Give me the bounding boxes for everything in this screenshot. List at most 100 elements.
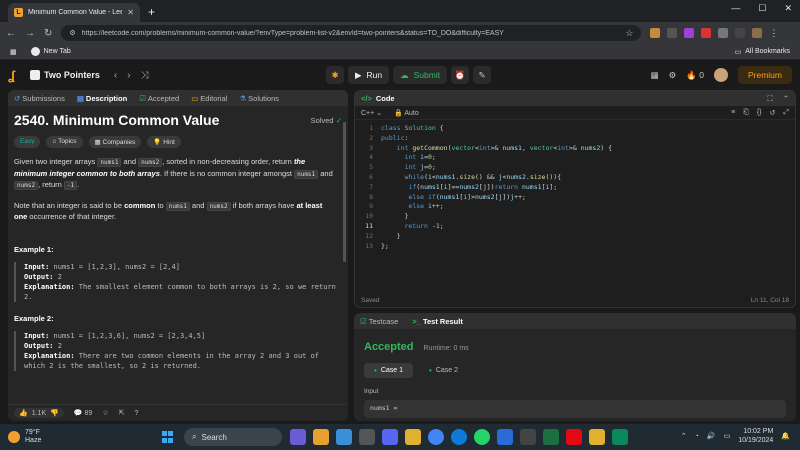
next-problem-icon[interactable]: › bbox=[127, 70, 130, 81]
cursor-position: Ln 11, Col 18 bbox=[750, 296, 789, 304]
tab-solutions[interactable]: ⚗ Solutions bbox=[239, 94, 279, 103]
debug-bug-icon[interactable]: ✱ bbox=[326, 66, 344, 84]
tab-testcase[interactable]: ☑ Testcase bbox=[360, 317, 398, 326]
topics-chip[interactable]: ⌂ Topics bbox=[46, 136, 83, 148]
app-icon[interactable] bbox=[497, 429, 513, 445]
reload-icon[interactable]: ↻ bbox=[44, 28, 52, 39]
tab-editorial[interactable]: ▭ Editorial bbox=[191, 94, 227, 103]
thumbs-down-icon[interactable]: 👎 bbox=[50, 409, 59, 417]
back-icon[interactable]: ← bbox=[6, 28, 16, 39]
folder-icon[interactable] bbox=[589, 429, 605, 445]
volume-icon[interactable]: 🔊 bbox=[707, 432, 716, 440]
menu-kebab-icon[interactable]: ⋮ bbox=[769, 28, 778, 39]
battery-icon[interactable]: ▭ bbox=[724, 432, 731, 440]
case-1-tab[interactable]: • Case 1 bbox=[364, 363, 413, 378]
user-avatar[interactable] bbox=[713, 68, 728, 82]
extension-icon[interactable] bbox=[650, 28, 661, 38]
whatsapp-icon[interactable] bbox=[474, 429, 490, 445]
inline-code: nums1 bbox=[97, 158, 122, 167]
layout-grid-icon[interactable]: ▦ bbox=[651, 70, 659, 81]
notification-bell-icon[interactable]: 🔔 bbox=[781, 432, 790, 440]
code-content[interactable]: class Solution { public: int getCommon(v… bbox=[381, 124, 612, 251]
excel-icon[interactable] bbox=[543, 429, 559, 445]
bookmark-new-tab[interactable]: New Tab bbox=[30, 47, 71, 56]
url-text[interactable]: https://leetcode.com/problems/minimum-co… bbox=[82, 30, 620, 37]
app-icon[interactable] bbox=[290, 429, 306, 445]
tab-accepted[interactable]: ☑ Accepted bbox=[139, 94, 179, 103]
favorite-star-icon[interactable]: ☆ bbox=[102, 409, 108, 417]
extension-icon[interactable] bbox=[684, 28, 695, 38]
fire-icon: 🔥 bbox=[686, 69, 697, 80]
clock[interactable]: 10:02 PM 10/19/2024 bbox=[738, 427, 773, 445]
like-button[interactable]: 👍 1.1K 👎 bbox=[14, 408, 64, 418]
weather-widget[interactable]: 79°F Haze bbox=[8, 429, 41, 445]
taskbar-search[interactable]: ⌕ Search bbox=[184, 428, 282, 446]
close-tab-icon[interactable]: ✕ bbox=[127, 8, 134, 17]
extension-icon[interactable] bbox=[701, 28, 712, 38]
apps-grid-icon[interactable]: ▦ bbox=[10, 48, 17, 56]
extensions-puzzle-icon[interactable] bbox=[718, 28, 729, 38]
file-explorer-icon[interactable] bbox=[405, 429, 421, 445]
browser-tab[interactable]: L Minimum Common Value - Lee ✕ bbox=[8, 3, 140, 22]
app-icon[interactable] bbox=[359, 429, 375, 445]
reset-icon[interactable]: ↺ bbox=[770, 109, 776, 117]
prev-problem-icon[interactable]: ‹ bbox=[114, 70, 117, 81]
leetcode-logo-icon[interactable]: ʆ bbox=[8, 68, 22, 83]
maximize-panel-icon[interactable]: ⛶ bbox=[767, 94, 772, 104]
submit-button[interactable]: ☁ Submit bbox=[393, 66, 448, 84]
share-icon[interactable]: ⇱ bbox=[119, 409, 125, 417]
forward-icon[interactable]: → bbox=[25, 28, 35, 39]
app-icon[interactable] bbox=[336, 429, 352, 445]
bookmark-icon[interactable]: ⎗ bbox=[743, 109, 749, 117]
hint-chip[interactable]: 💡 Hint bbox=[147, 136, 181, 148]
problem-scrollbar[interactable] bbox=[343, 122, 346, 262]
inline-code: nums2 bbox=[14, 181, 39, 190]
problem-list-button[interactable]: Two Pointers bbox=[30, 70, 100, 80]
braces-icon[interactable]: {} bbox=[757, 109, 762, 117]
close-window-icon[interactable]: ✕ bbox=[784, 3, 792, 14]
maximize-icon[interactable]: ☐ bbox=[758, 3, 766, 14]
streak-counter[interactable]: 🔥 0 bbox=[686, 70, 704, 81]
language-select[interactable]: C++ ⌄ bbox=[361, 109, 382, 117]
case-2-tab[interactable]: • Case 2 bbox=[419, 363, 468, 378]
input-value-box: nums1 = bbox=[364, 400, 786, 418]
edge-icon[interactable] bbox=[451, 429, 467, 445]
help-icon[interactable]: ? bbox=[134, 410, 138, 417]
netflix-icon[interactable] bbox=[566, 429, 582, 445]
tab-description[interactable]: ▤ Description bbox=[77, 94, 127, 103]
sidepanel-icon[interactable] bbox=[735, 28, 746, 38]
minimize-icon[interactable]: — bbox=[731, 3, 740, 14]
fullscreen-icon[interactable]: ⤢ bbox=[783, 109, 789, 117]
bookmark-star-icon[interactable]: ☆ bbox=[625, 28, 633, 39]
save-status: Saved bbox=[361, 296, 380, 304]
extension-icon[interactable] bbox=[667, 28, 678, 38]
timer-icon[interactable]: ⏰ bbox=[451, 66, 470, 84]
wifi-icon[interactable]: ◔ bbox=[695, 433, 699, 440]
app-icon[interactable] bbox=[313, 429, 329, 445]
chevron-up-icon[interactable]: ⌃ bbox=[681, 432, 687, 440]
code-editor[interactable]: 1 2 3 4 5 6 7 8 9 10 11 12 13 class Solu… bbox=[355, 120, 795, 251]
chrome-icon[interactable] bbox=[428, 429, 444, 445]
new-tab-button[interactable]: + bbox=[148, 5, 155, 19]
example-1-heading: Example 1: bbox=[14, 244, 54, 254]
app-icon[interactable] bbox=[382, 429, 398, 445]
auto-mode[interactable]: 🔒 Auto bbox=[394, 109, 419, 117]
omnibox[interactable]: ⚙ https://leetcode.com/problems/minimum-… bbox=[61, 25, 642, 41]
settings-gear-icon[interactable]: ⚙ bbox=[669, 70, 677, 81]
companies-chip[interactable]: ▦ Companies bbox=[88, 136, 142, 148]
windows-start-icon[interactable] bbox=[162, 431, 174, 443]
tab-submissions[interactable]: ↺ Submissions bbox=[14, 94, 65, 103]
comments-button[interactable]: 💬 89 bbox=[74, 409, 92, 417]
app-icon[interactable] bbox=[520, 429, 536, 445]
all-bookmarks[interactable]: ▭ All Bookmarks bbox=[735, 48, 790, 56]
notes-icon[interactable]: ✎ bbox=[473, 66, 492, 84]
premium-button[interactable]: Premium bbox=[737, 66, 792, 84]
profile-avatar[interactable] bbox=[752, 28, 763, 38]
format-icon[interactable]: ≡ bbox=[731, 109, 735, 117]
tab-test-result[interactable]: >_ Test Result bbox=[412, 317, 463, 326]
app-icon[interactable] bbox=[612, 429, 628, 445]
shuffle-icon[interactable]: ⤨ bbox=[141, 70, 149, 81]
site-info-icon[interactable]: ⚙ bbox=[69, 29, 75, 37]
collapse-icon[interactable]: ⌃ bbox=[783, 94, 789, 104]
run-button[interactable]: ▶ Run bbox=[348, 66, 390, 84]
